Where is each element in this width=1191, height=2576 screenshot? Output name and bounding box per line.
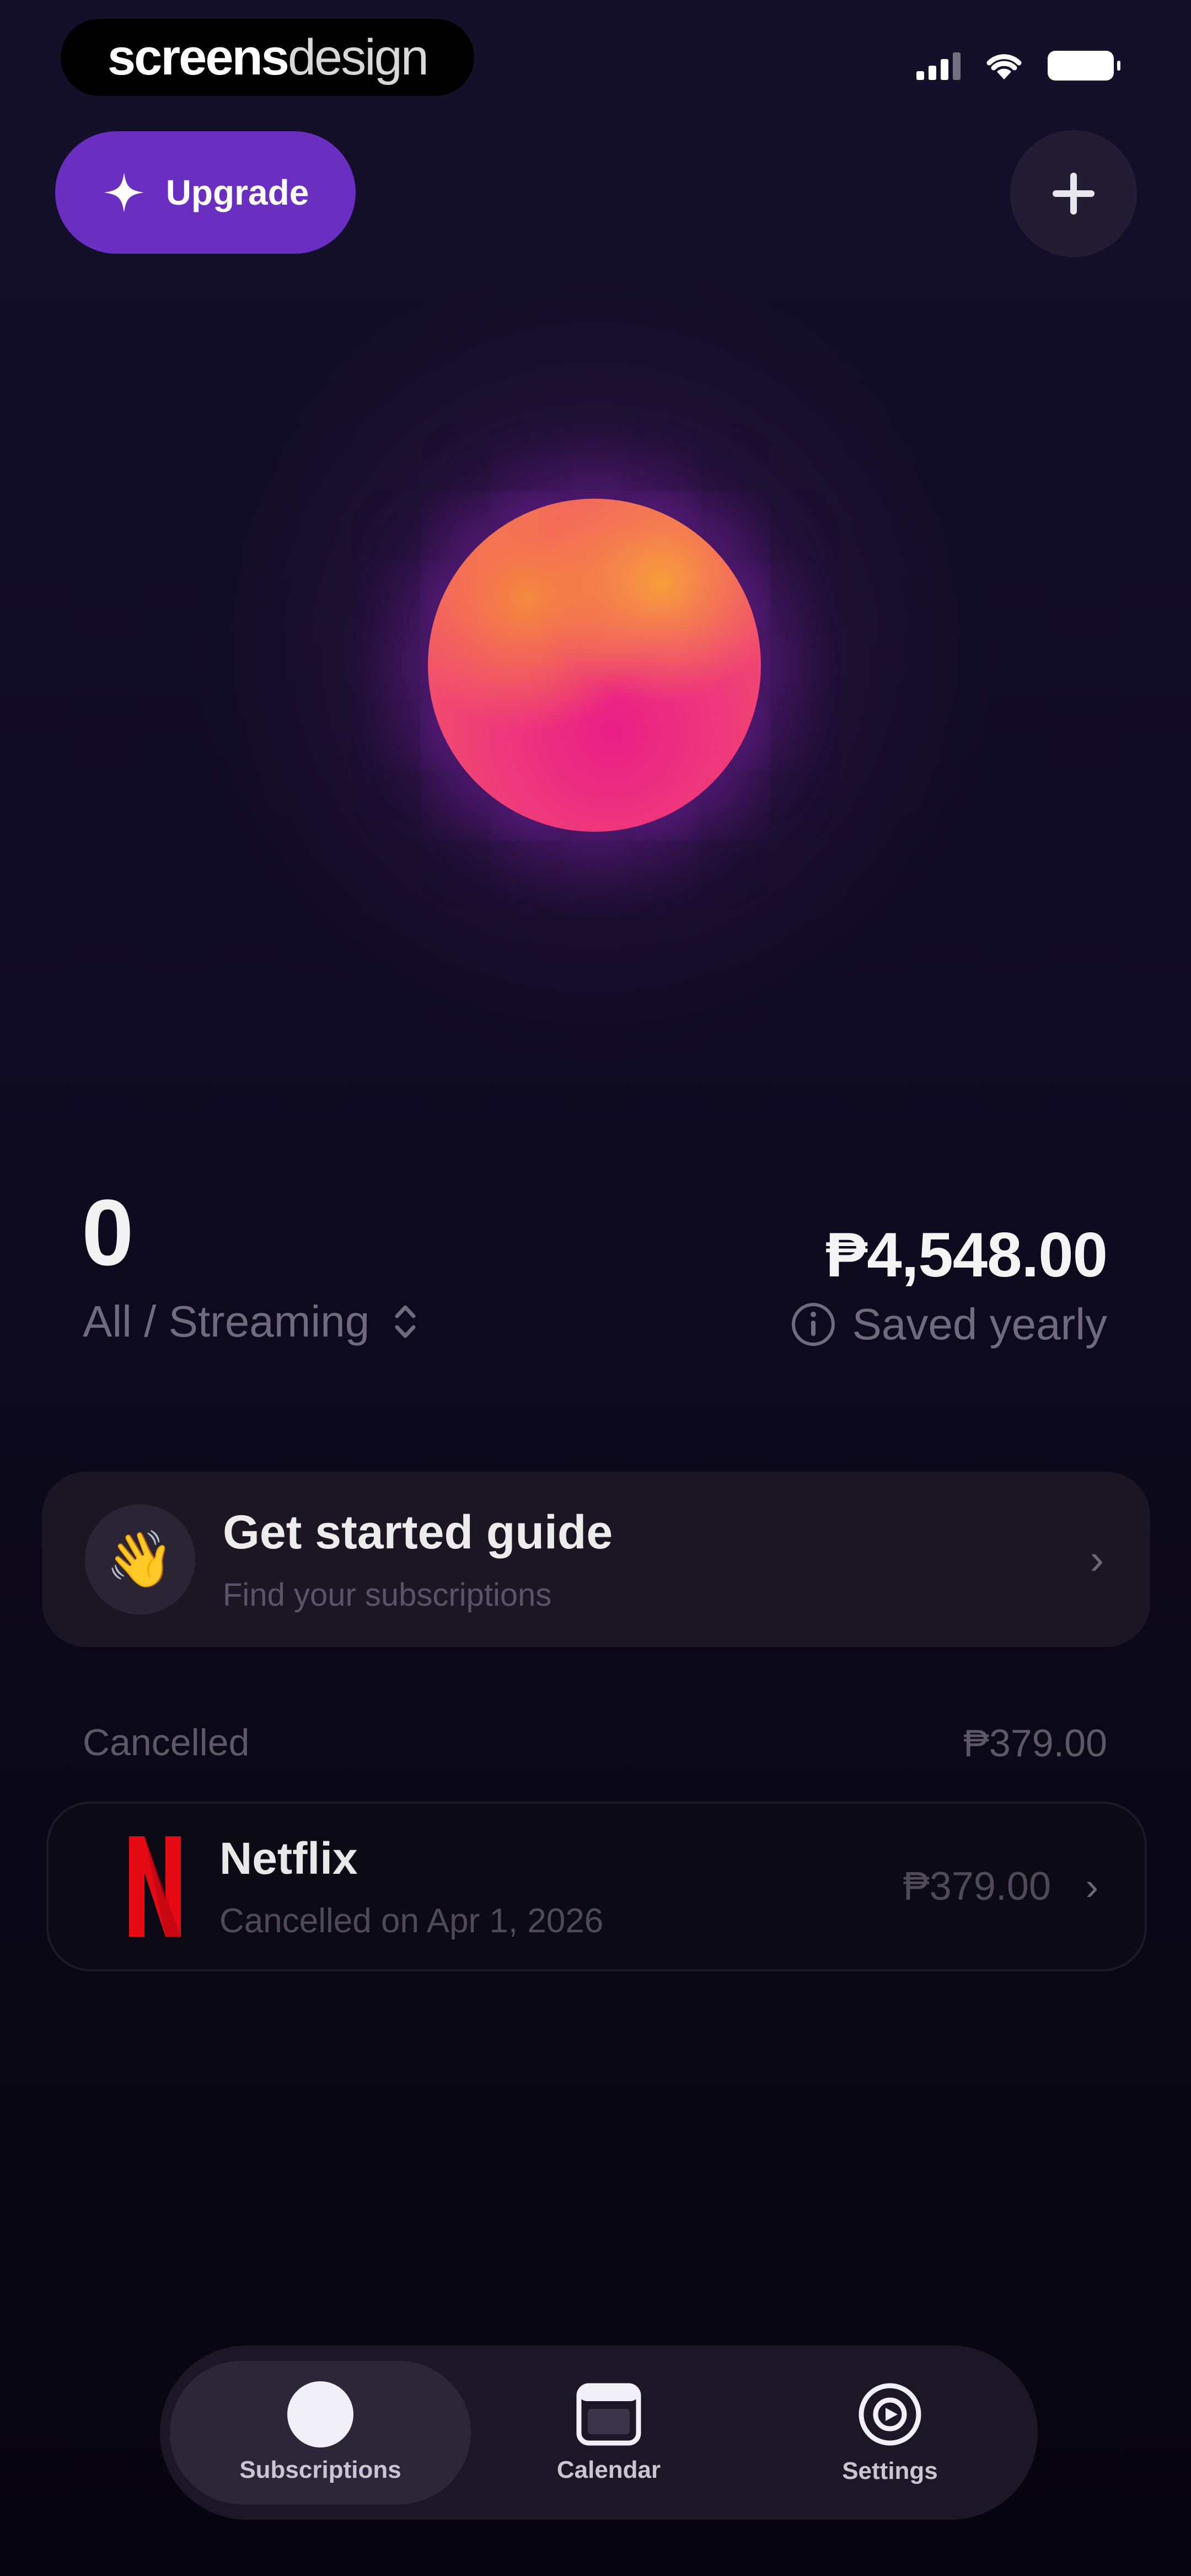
chevron-updown-icon [395,1305,416,1338]
subscription-name: Netflix [219,1833,358,1884]
settings-icon [859,2383,921,2446]
netflix-logo [114,1831,196,1942]
bottom-tab-bar: Subscriptions Calendar Settings [160,2345,1038,2520]
saved-amount: ₱4,548.00 [825,1220,1108,1290]
circle-icon [287,2381,353,2447]
subscription-text: Netflix Cancelled on Apr 1, 2026 [219,1833,603,1941]
filter-label: All / Streaming [83,1297,370,1346]
app-screen: screensdesign Upgrade 0 All / Streaming [0,0,1191,2576]
tab-settings[interactable]: Settings [747,2361,1033,2504]
tab-subscriptions[interactable]: Subscriptions [170,2361,471,2504]
guide-title: Get started guide [223,1506,613,1559]
waving-hand-icon: 👋 [85,1504,195,1615]
get-started-guide-card[interactable]: 👋 Get started guide Find your subscripti… [42,1472,1150,1647]
subscription-count: 0 [82,1180,134,1285]
saved-caption[interactable]: Saved yearly [790,1299,1107,1350]
calendar-icon [576,2383,641,2446]
tab-calendar[interactable]: Calendar [471,2361,747,2504]
subscription-status: Cancelled on Apr 1, 2026 [219,1901,604,1940]
hero-visual [0,0,1191,1158]
tab-label: Subscriptions [239,2456,401,2483]
chevron-right-icon: › [1085,1865,1098,1908]
saved-caption-text: Saved yearly [852,1300,1107,1349]
guide-subtitle: Find your subscriptions [223,1577,552,1613]
savings-orb [428,499,761,832]
chevron-right-icon: › [1090,1536,1104,1583]
tab-label: Calendar [556,2456,661,2483]
category-filter[interactable]: All / Streaming [83,1296,419,1347]
info-icon [791,1303,835,1346]
subscription-row-netflix[interactable]: Netflix Cancelled on Apr 1, 2026 ₱379.00… [46,1802,1147,1971]
subscription-price: ₱379.00 [903,1864,1051,1909]
guide-text: Get started guide Find your subscription… [223,1505,613,1613]
cancelled-section-label: Cancelled [83,1722,250,1763]
tab-label: Settings [842,2457,938,2484]
cancelled-section-total: ₱379.00 [963,1722,1107,1765]
